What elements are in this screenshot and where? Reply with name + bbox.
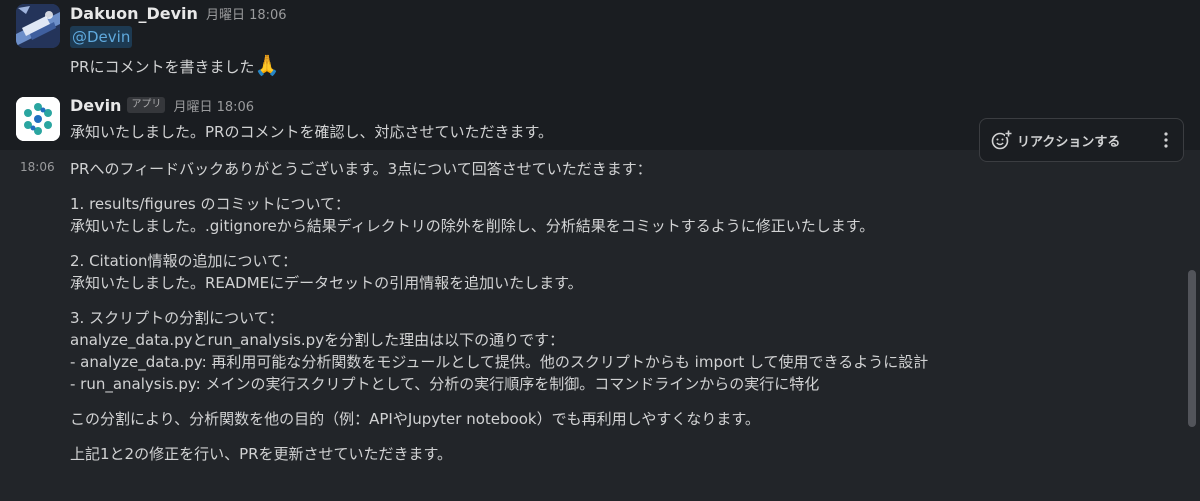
item-title: 2. Citation情報の追加について： — [70, 252, 298, 270]
item-title: 3. スクリプトの分割について： — [70, 309, 284, 327]
more-actions-button[interactable] — [1149, 119, 1183, 161]
scrollbar-thumb[interactable] — [1188, 270, 1196, 427]
pray-emoji-icon: 🙏 — [254, 53, 280, 77]
avatar[interactable] — [16, 4, 60, 48]
add-reaction-icon — [991, 130, 1012, 150]
item-title: 1. results/figures のコミットについて： — [70, 195, 351, 213]
hover-timestamp[interactable]: 18:06 — [20, 160, 55, 174]
item-body: analyze_data.pyとrun_analysis.pyを分割した理由は以… — [70, 331, 565, 349]
list-item: 1. results/figures のコミットについて： 承知いたしました。.… — [70, 193, 1180, 237]
message-devin-reply: 18:06 PRへのフィードバックありがとうございます。3点について回答させてい… — [0, 150, 1200, 501]
add-reaction-button[interactable]: リアクションする — [980, 119, 1130, 161]
app-badge: アプリ — [127, 97, 166, 113]
paragraph: 上記1と2の修正を行い、PRを更新させていただきます。 — [70, 445, 453, 463]
slack-thread: Dakuon_Devin 月曜日 18:06 @Devin PRにコメントを書き… — [0, 0, 1200, 501]
timestamp[interactable]: 月曜日 18:06 — [206, 4, 287, 23]
user-mention[interactable]: @Devin — [70, 26, 133, 48]
message-actions-toolbar: リアクションする — [979, 118, 1184, 162]
item-body: 承知いたしました。READMEにデータセットの引用情報を追加いたします。 — [70, 274, 583, 292]
message-dakuon: Dakuon_Devin 月曜日 18:06 @Devin PRにコメントを書き… — [0, 0, 1200, 92]
author-name[interactable]: Devin — [70, 96, 121, 115]
more-vertical-icon — [1164, 132, 1168, 148]
avatar[interactable] — [16, 97, 60, 141]
message-text-body: PRにコメントを書きました — [70, 58, 255, 76]
timestamp[interactable]: 月曜日 18:06 — [173, 96, 254, 115]
list-item: 2. Citation情報の追加について： 承知いたしました。READMEにデー… — [70, 250, 1180, 294]
list-item: 3. スクリプトの分割について： analyze_data.pyとrun_ana… — [70, 307, 1180, 395]
paragraph: この分割により、分析関数を他の目的（例：APIやJupyter notebook… — [70, 410, 760, 428]
message-text: PRにコメントを書きました🙏 — [70, 54, 1180, 78]
item-body: 承知いたしました。.gitignoreから結果ディレクトリの除外を削除し、分析結… — [70, 217, 875, 235]
add-reaction-label: リアクションする — [1017, 134, 1121, 150]
author-name[interactable]: Dakuon_Devin — [70, 4, 198, 23]
item-body: - run_analysis.py: メインの実行スクリプトとして、分析の実行順… — [70, 375, 820, 393]
item-body: - analyze_data.py: 再利用可能な分析関数をモジュールとして提供… — [70, 353, 929, 371]
